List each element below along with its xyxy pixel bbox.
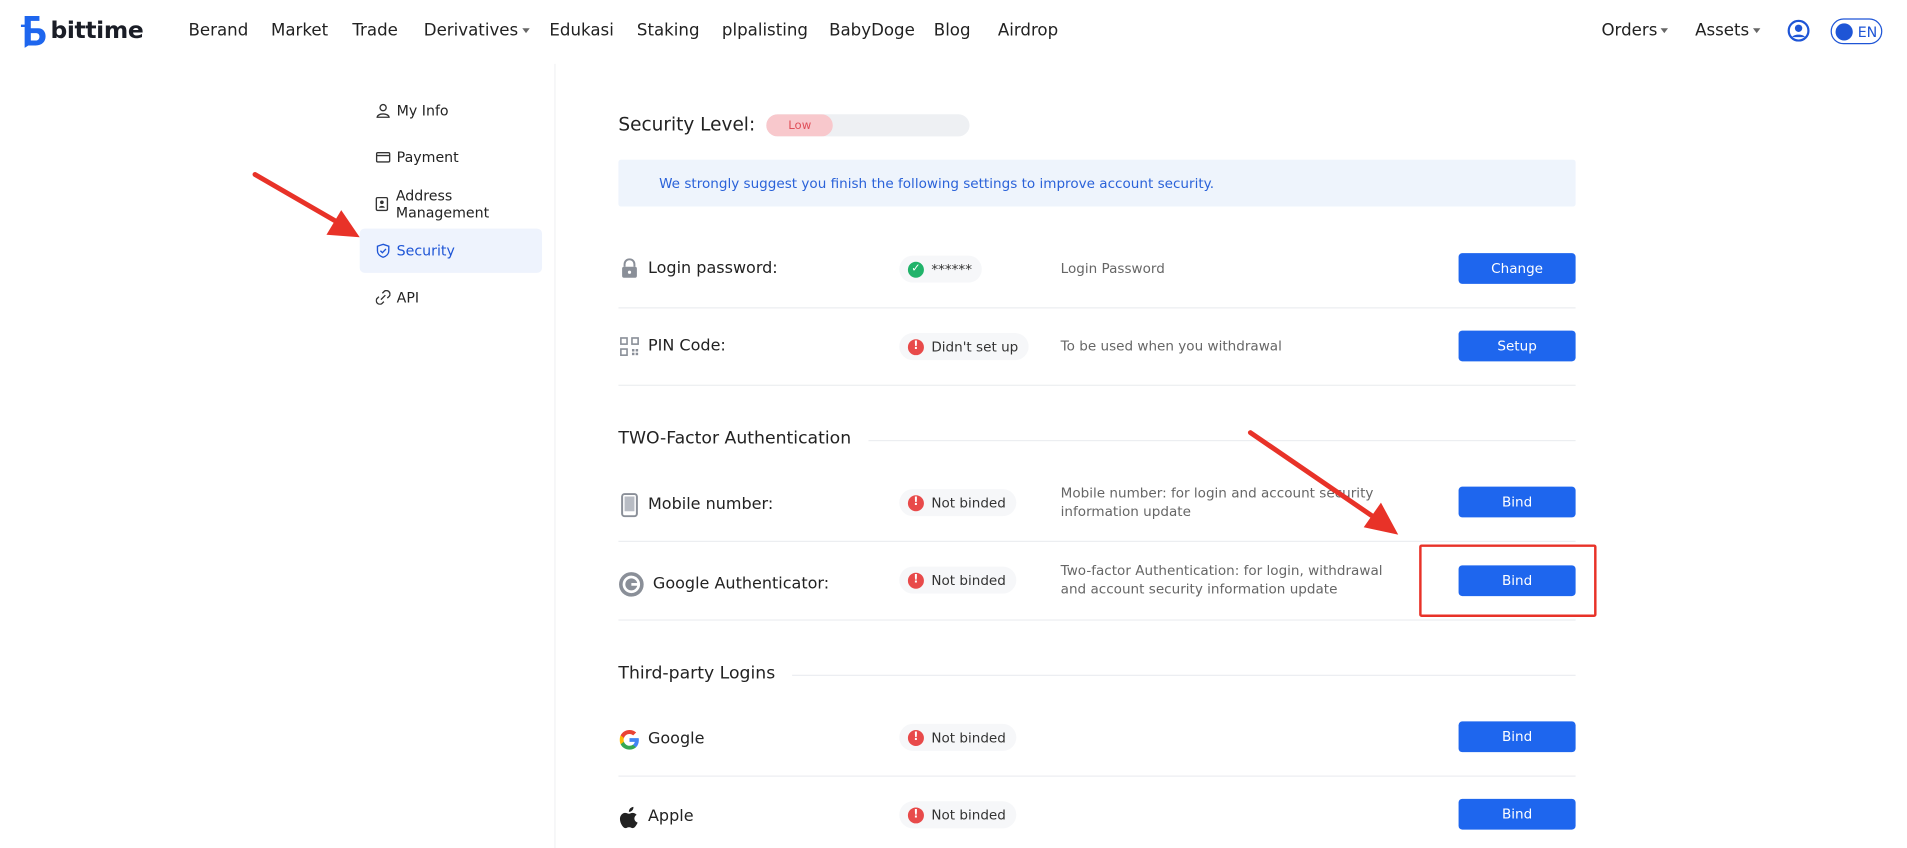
red-arrow-icon xyxy=(252,172,360,238)
annotation-highlight-box xyxy=(1419,544,1597,617)
red-arrow-icon xyxy=(1247,430,1399,535)
annotation-overlay xyxy=(252,172,1399,535)
